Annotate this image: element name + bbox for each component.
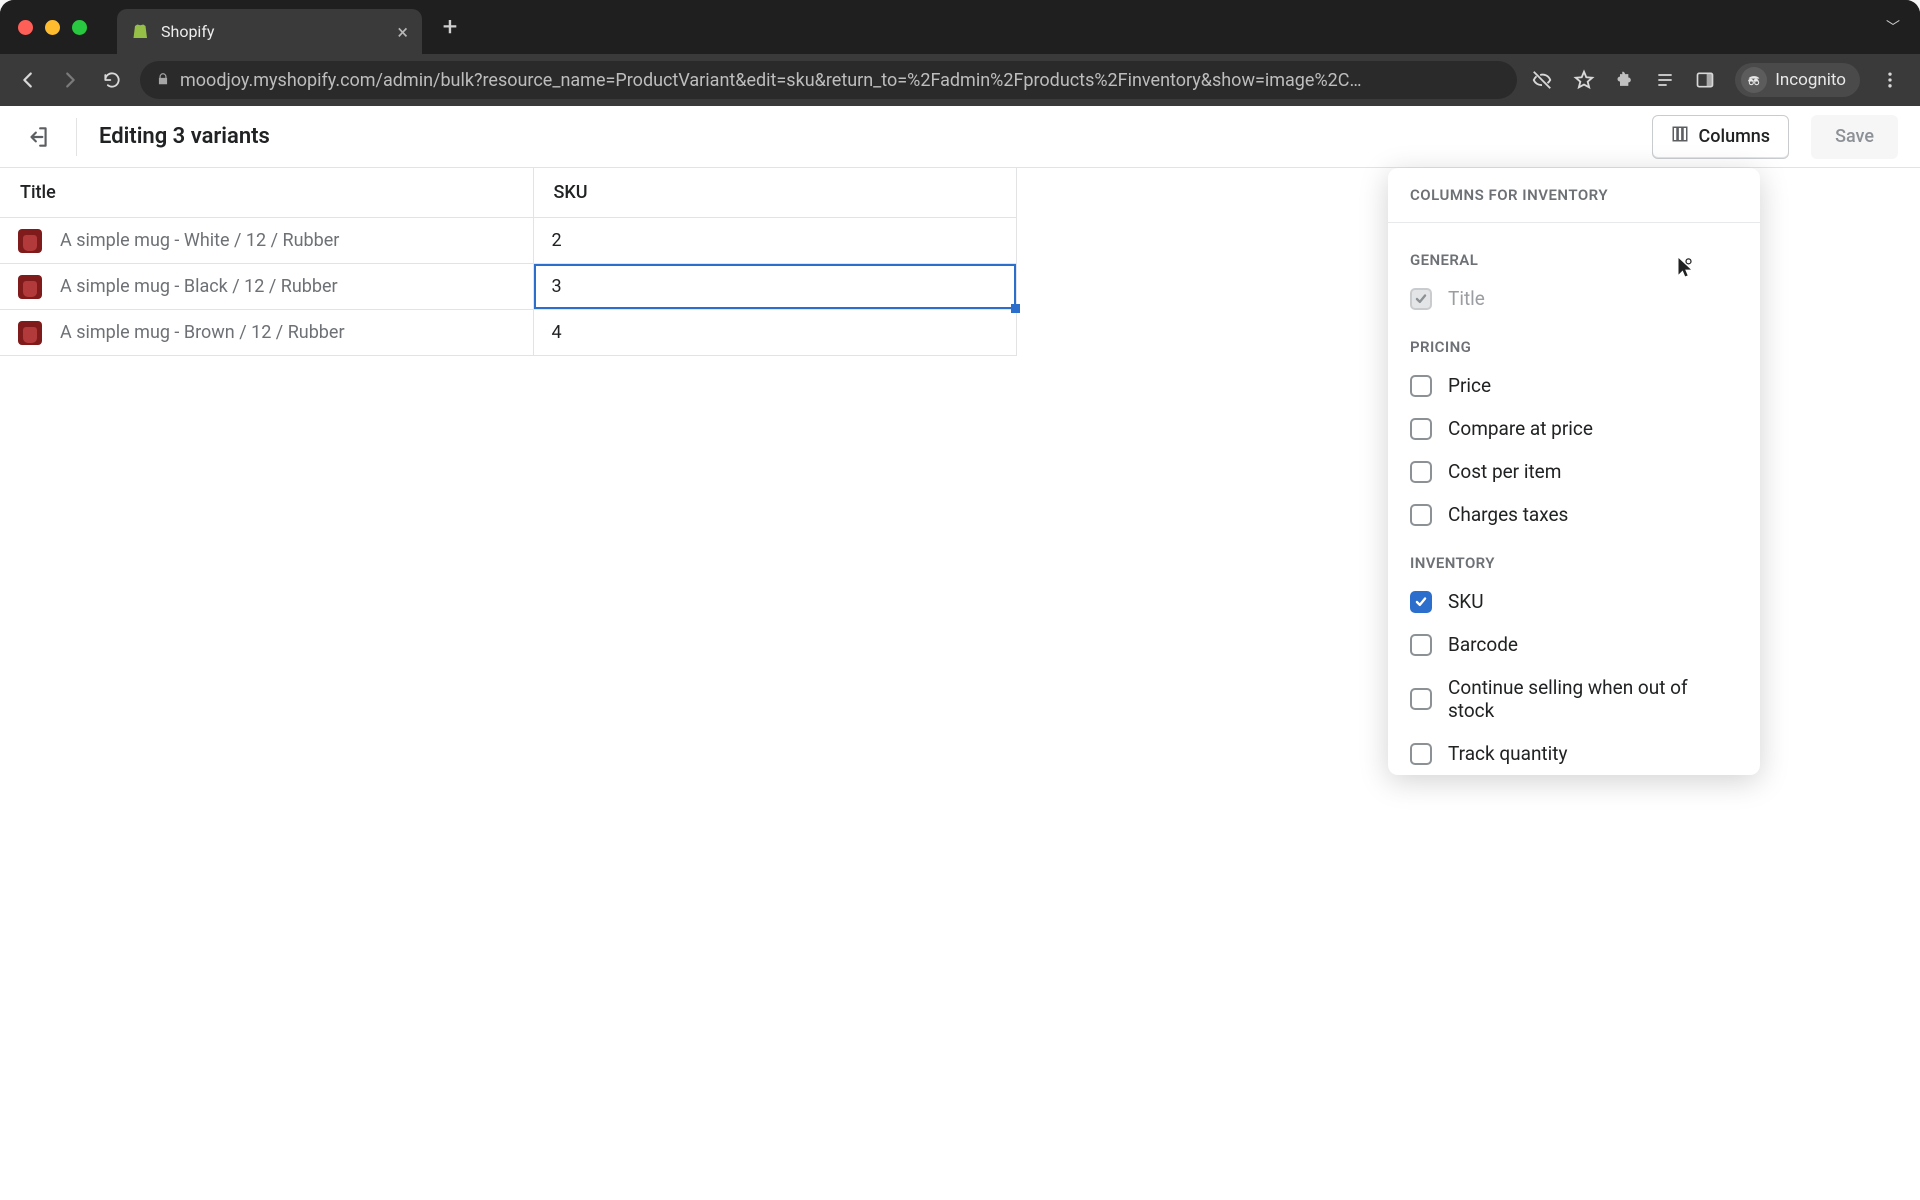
popover-section-label: PRICING [1388,320,1760,364]
toolbar-right-icons: Incognito [1531,63,1906,97]
checkbox[interactable] [1410,591,1432,613]
page-title: Editing 3 variants [99,124,1630,149]
checkbox[interactable] [1410,375,1432,397]
column-toggle-cost-per-item[interactable]: Cost per item [1388,450,1760,493]
tab-strip: Shopify × + ﹀ [0,0,1920,54]
reading-list-icon[interactable] [1655,70,1675,90]
save-button-label: Save [1835,126,1874,147]
row-sku: 2 [552,230,562,251]
row-title: A simple mug - Brown / 12 / Rubber [60,322,345,343]
column-toggle-sku[interactable]: SKU [1388,580,1760,623]
checkbox-label: Price [1448,374,1491,397]
url-text: moodjoy.myshopify.com/admin/bulk?resourc… [180,70,1362,91]
title-cell[interactable]: A simple mug - White / 12 / Rubber [0,218,533,264]
sku-cell[interactable]: 4 [533,310,1016,356]
incognito-badge[interactable]: Incognito [1735,63,1860,97]
window-close-icon[interactable] [18,20,33,35]
column-toggle-price[interactable]: Price [1388,364,1760,407]
app-viewport: Editing 3 variants Columns Save Title SK… [0,106,1920,1200]
columns-popover: COLUMNS FOR INVENTORY GENERAL Title PRICIN… [1388,168,1760,775]
product-thumbnail-icon [18,275,42,299]
shopify-favicon-icon [131,22,151,42]
checkbox[interactable] [1410,504,1432,526]
table-row: A simple mug - White / 12 / Rubber 2 [0,218,1016,264]
tabs-dropdown-icon[interactable]: ﹀ [1886,17,1920,37]
browser-tab[interactable]: Shopify × [117,9,422,54]
new-tab-button[interactable]: + [434,11,466,43]
lock-icon [156,71,170,90]
sku-cell[interactable]: 3 [533,264,1016,310]
checkbox[interactable] [1410,688,1432,710]
browser-toolbar: moodjoy.myshopify.com/admin/bulk?resourc… [0,54,1920,106]
popover-section-label: INVENTORY [1388,536,1760,580]
eye-off-icon[interactable] [1531,69,1553,91]
column-toggle-continue-selling-when-out-of-stock[interactable]: Continue selling when out of stock [1388,666,1760,732]
row-sku: 4 [552,322,562,343]
column-toggle-barcode[interactable]: Barcode [1388,623,1760,666]
checkbox[interactable] [1410,461,1432,483]
table-row: A simple mug - Black / 12 / Rubber 3 [0,264,1016,310]
window-minimize-icon[interactable] [45,20,60,35]
address-bar[interactable]: moodjoy.myshopify.com/admin/bulk?resourc… [140,61,1517,99]
popover-section-label: GENERAL [1388,233,1760,277]
sku-cell[interactable]: 2 [533,218,1016,264]
incognito-label: Incognito [1775,70,1846,90]
window-fullscreen-icon[interactable] [72,20,87,35]
nav-back-icon[interactable] [14,66,42,94]
tab-title: Shopify [161,22,387,41]
column-header-sku[interactable]: SKU [533,168,1016,218]
checkbox-label: Title [1448,287,1485,310]
checkbox[interactable] [1410,634,1432,656]
table-row: A simple mug - Brown / 12 / Rubber 4 [0,310,1016,356]
checkbox-label: Charges taxes [1448,503,1568,526]
title-cell[interactable]: A simple mug - Black / 12 / Rubber [0,264,533,310]
tab-close-icon[interactable]: × [397,22,408,42]
fill-handle[interactable] [1011,304,1020,313]
nav-forward-icon[interactable] [56,66,84,94]
checkbox-label: Track quantity [1448,742,1567,765]
product-thumbnail-icon [18,321,42,345]
extensions-icon[interactable] [1615,70,1635,90]
save-button[interactable]: Save [1811,115,1898,159]
columns-icon [1671,125,1689,148]
checkbox-label: Compare at price [1448,417,1593,440]
columns-button-label: Columns [1699,126,1771,147]
checkbox-label: Continue selling when out of stock [1448,676,1738,722]
column-toggle-track-quantity[interactable]: Track quantity [1388,732,1760,775]
popover-heading: COLUMNS FOR INVENTORY [1388,168,1760,223]
product-thumbnail-icon [18,229,42,253]
row-title: A simple mug - White / 12 / Rubber [60,230,339,251]
incognito-icon [1741,67,1767,93]
browser-chrome: Shopify × + ﹀ moodjoy.myshopify.com/admi… [0,0,1920,106]
checkbox-label: Cost per item [1448,460,1561,483]
star-icon[interactable] [1573,69,1595,91]
checkbox[interactable] [1410,418,1432,440]
kebab-menu-icon[interactable] [1880,70,1900,90]
column-toggle-charges-taxes[interactable]: Charges taxes [1388,493,1760,536]
title-cell[interactable]: A simple mug - Brown / 12 / Rubber [0,310,533,356]
side-panel-icon[interactable] [1695,70,1715,90]
columns-button[interactable]: Columns [1652,115,1790,159]
exit-bulk-editor-button[interactable] [22,121,54,153]
checkbox [1410,288,1432,310]
checkbox-label: SKU [1448,590,1484,613]
checkbox-label: Barcode [1448,633,1518,656]
column-header-title[interactable]: Title [0,168,533,218]
checkbox[interactable] [1410,743,1432,765]
app-header: Editing 3 variants Columns Save [0,106,1920,168]
row-sku: 3 [552,276,562,297]
column-toggle-title: Title [1388,277,1760,320]
row-title: A simple mug - Black / 12 / Rubber [60,276,338,297]
column-toggle-compare-at-price[interactable]: Compare at price [1388,407,1760,450]
window-controls [18,20,87,35]
nav-reload-icon[interactable] [98,66,126,94]
